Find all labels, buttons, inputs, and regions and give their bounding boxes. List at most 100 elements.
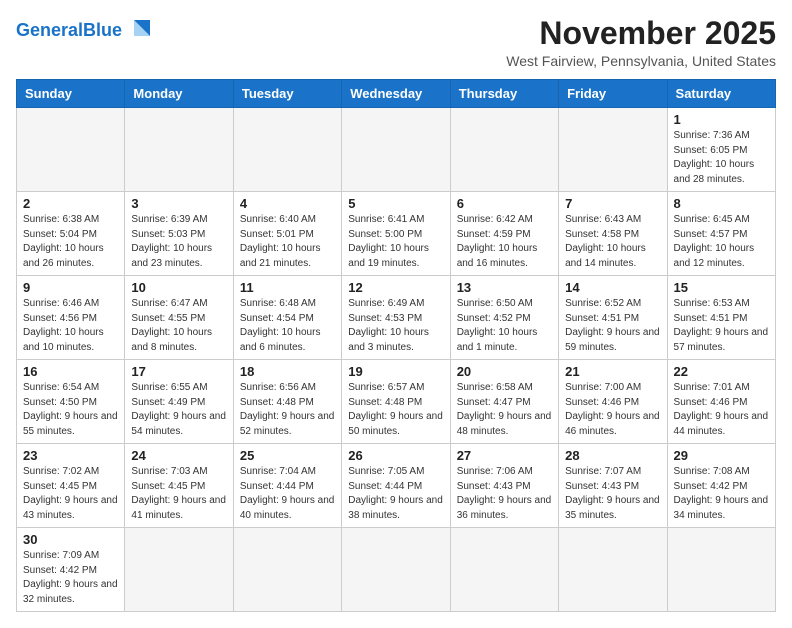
day-number: 23 xyxy=(23,448,118,463)
calendar-week-row: 1 Sunrise: 7:36 AM Sunset: 6:05 PM Daylig… xyxy=(17,108,776,192)
day-info: Sunrise: 6:38 AM Sunset: 5:04 PM Dayligh… xyxy=(23,213,118,271)
day-number: 19 xyxy=(348,364,443,379)
day-number: 9 xyxy=(23,280,118,295)
calendar-cell: 11Sunrise: 6:48 AM Sunset: 4:54 PM Dayli… xyxy=(233,276,341,360)
day-number: 7 xyxy=(565,196,660,211)
calendar-cell: 26Sunrise: 7:05 AM Sunset: 4:44 PM Dayli… xyxy=(342,444,450,528)
calendar-cell: 12 Sunrise: 6:49 AM Sunset: 4:53 PM Dayli… xyxy=(342,276,450,360)
day-number: 18 xyxy=(240,364,335,379)
calendar-cell: 24 Sunrise: 7:03 AM Sunset: 4:45 PM Dayli… xyxy=(125,444,233,528)
calendar-week-row: 2 Sunrise: 6:38 AM Sunset: 5:04 PM Daylig… xyxy=(17,192,776,276)
day-number: 5 xyxy=(348,196,443,211)
calendar-cell: 16 Sunrise: 6:54 AM Sunset: 4:50 PM Dayli… xyxy=(17,360,125,444)
day-number: 28 xyxy=(565,448,660,463)
weekday-header-row: SundayMondayTuesdayWednesdayThursdayFrid… xyxy=(17,80,776,108)
calendar-cell: 5 Sunrise: 6:41 AM Sunset: 5:00 PM Daylig… xyxy=(342,192,450,276)
day-info: Sunrise: 6:43 AM Sunset: 4:58 PM Dayligh… xyxy=(565,213,660,271)
day-number: 2 xyxy=(23,196,118,211)
day-number: 29 xyxy=(674,448,769,463)
logo-text: GeneralBlue xyxy=(16,21,122,39)
day-number: 15 xyxy=(674,280,769,295)
calendar-cell: 17 Sunrise: 6:55 AM Sunset: 4:49 PM Dayli… xyxy=(125,360,233,444)
day-info: Sunrise: 6:50 AM Sunset: 4:52 PM Dayligh… xyxy=(457,297,552,355)
calendar-cell: 1 Sunrise: 7:36 AM Sunset: 6:05 PM Daylig… xyxy=(667,108,775,192)
day-info: Sunrise: 7:03 AM Sunset: 4:45 PM Dayligh… xyxy=(131,465,226,523)
calendar-cell: 23 Sunrise: 7:02 AM Sunset: 4:45 PM Dayli… xyxy=(17,444,125,528)
day-info: Sunrise: 7:36 AM Sunset: 6:05 PM Dayligh… xyxy=(674,129,769,187)
calendar-table: SundayMondayTuesdayWednesdayThursdayFrid… xyxy=(16,79,776,612)
day-number: 27 xyxy=(457,448,552,463)
weekday-header-tuesday: Tuesday xyxy=(233,80,341,108)
weekday-header-monday: Monday xyxy=(125,80,233,108)
calendar-cell xyxy=(559,528,667,612)
logo: GeneralBlue xyxy=(16,16,154,44)
day-info: Sunrise: 6:45 AM Sunset: 4:57 PM Dayligh… xyxy=(674,213,769,271)
day-info: Sunrise: 7:09 AM Sunset: 4:42 PM Dayligh… xyxy=(23,549,118,607)
day-info: Sunrise: 7:04 AM Sunset: 4:44 PM Dayligh… xyxy=(240,465,335,523)
calendar-cell xyxy=(342,108,450,192)
day-number: 3 xyxy=(131,196,226,211)
calendar-cell xyxy=(125,108,233,192)
day-info: Sunrise: 6:58 AM Sunset: 4:47 PM Dayligh… xyxy=(457,381,552,439)
calendar-cell xyxy=(450,108,558,192)
calendar-cell: 3 Sunrise: 6:39 AM Sunset: 5:03 PM Daylig… xyxy=(125,192,233,276)
day-info: Sunrise: 6:56 AM Sunset: 4:48 PM Dayligh… xyxy=(240,381,335,439)
calendar-cell: 30 Sunrise: 7:09 AM Sunset: 4:42 PM Dayli… xyxy=(17,528,125,612)
day-number: 4 xyxy=(240,196,335,211)
calendar-cell xyxy=(450,528,558,612)
calendar-cell: 21Sunrise: 7:00 AM Sunset: 4:46 PM Dayli… xyxy=(559,360,667,444)
day-info: Sunrise: 7:01 AM Sunset: 4:46 PM Dayligh… xyxy=(674,381,769,439)
day-number: 16 xyxy=(23,364,118,379)
calendar-week-row: 16 Sunrise: 6:54 AM Sunset: 4:50 PM Dayli… xyxy=(17,360,776,444)
day-number: 6 xyxy=(457,196,552,211)
calendar-cell: 4 Sunrise: 6:40 AM Sunset: 5:01 PM Daylig… xyxy=(233,192,341,276)
day-number: 13 xyxy=(457,280,552,295)
day-info: Sunrise: 6:57 AM Sunset: 4:48 PM Dayligh… xyxy=(348,381,443,439)
day-info: Sunrise: 6:53 AM Sunset: 4:51 PM Dayligh… xyxy=(674,297,769,355)
day-number: 20 xyxy=(457,364,552,379)
calendar-cell: 2 Sunrise: 6:38 AM Sunset: 5:04 PM Daylig… xyxy=(17,192,125,276)
day-info: Sunrise: 7:06 AM Sunset: 4:43 PM Dayligh… xyxy=(457,465,552,523)
day-number: 12 xyxy=(348,280,443,295)
calendar-cell xyxy=(233,528,341,612)
calendar-cell: 8Sunrise: 6:45 AM Sunset: 4:57 PM Daylig… xyxy=(667,192,775,276)
day-number: 17 xyxy=(131,364,226,379)
day-info: Sunrise: 6:52 AM Sunset: 4:51 PM Dayligh… xyxy=(565,297,660,355)
calendar-cell: 27 Sunrise: 7:06 AM Sunset: 4:43 PM Dayli… xyxy=(450,444,558,528)
day-info: Sunrise: 6:54 AM Sunset: 4:50 PM Dayligh… xyxy=(23,381,118,439)
day-number: 24 xyxy=(131,448,226,463)
location: West Fairview, Pennsylvania, United Stat… xyxy=(506,53,776,69)
calendar-cell: 13 Sunrise: 6:50 AM Sunset: 4:52 PM Dayli… xyxy=(450,276,558,360)
day-info: Sunrise: 6:41 AM Sunset: 5:00 PM Dayligh… xyxy=(348,213,443,271)
day-info: Sunrise: 7:05 AM Sunset: 4:44 PM Dayligh… xyxy=(348,465,443,523)
calendar-cell: 6Sunrise: 6:42 AM Sunset: 4:59 PM Daylig… xyxy=(450,192,558,276)
calendar-cell: 10Sunrise: 6:47 AM Sunset: 4:55 PM Dayli… xyxy=(125,276,233,360)
calendar-cell xyxy=(667,528,775,612)
day-info: Sunrise: 6:49 AM Sunset: 4:53 PM Dayligh… xyxy=(348,297,443,355)
month-title: November 2025 xyxy=(506,16,776,51)
day-number: 25 xyxy=(240,448,335,463)
calendar-cell: 15 Sunrise: 6:53 AM Sunset: 4:51 PM Dayli… xyxy=(667,276,775,360)
day-number: 14 xyxy=(565,280,660,295)
logo-general: General xyxy=(16,20,83,40)
day-number: 30 xyxy=(23,532,118,547)
day-info: Sunrise: 6:39 AM Sunset: 5:03 PM Dayligh… xyxy=(131,213,226,271)
calendar-cell xyxy=(559,108,667,192)
calendar-cell: 20 Sunrise: 6:58 AM Sunset: 4:47 PM Dayli… xyxy=(450,360,558,444)
day-number: 10 xyxy=(131,280,226,295)
calendar-cell xyxy=(125,528,233,612)
calendar-week-row: 9Sunrise: 6:46 AM Sunset: 4:56 PM Daylig… xyxy=(17,276,776,360)
calendar-cell: 9Sunrise: 6:46 AM Sunset: 4:56 PM Daylig… xyxy=(17,276,125,360)
day-info: Sunrise: 7:00 AM Sunset: 4:46 PM Dayligh… xyxy=(565,381,660,439)
day-info: Sunrise: 6:55 AM Sunset: 4:49 PM Dayligh… xyxy=(131,381,226,439)
day-number: 1 xyxy=(674,112,769,127)
day-info: Sunrise: 7:02 AM Sunset: 4:45 PM Dayligh… xyxy=(23,465,118,523)
day-info: Sunrise: 6:40 AM Sunset: 5:01 PM Dayligh… xyxy=(240,213,335,271)
calendar-week-row: 30 Sunrise: 7:09 AM Sunset: 4:42 PM Dayli… xyxy=(17,528,776,612)
calendar-cell: 29Sunrise: 7:08 AM Sunset: 4:42 PM Dayli… xyxy=(667,444,775,528)
day-number: 22 xyxy=(674,364,769,379)
day-info: Sunrise: 6:48 AM Sunset: 4:54 PM Dayligh… xyxy=(240,297,335,355)
calendar-cell: 22 Sunrise: 7:01 AM Sunset: 4:46 PM Dayli… xyxy=(667,360,775,444)
weekday-header-thursday: Thursday xyxy=(450,80,558,108)
calendar-cell xyxy=(342,528,450,612)
